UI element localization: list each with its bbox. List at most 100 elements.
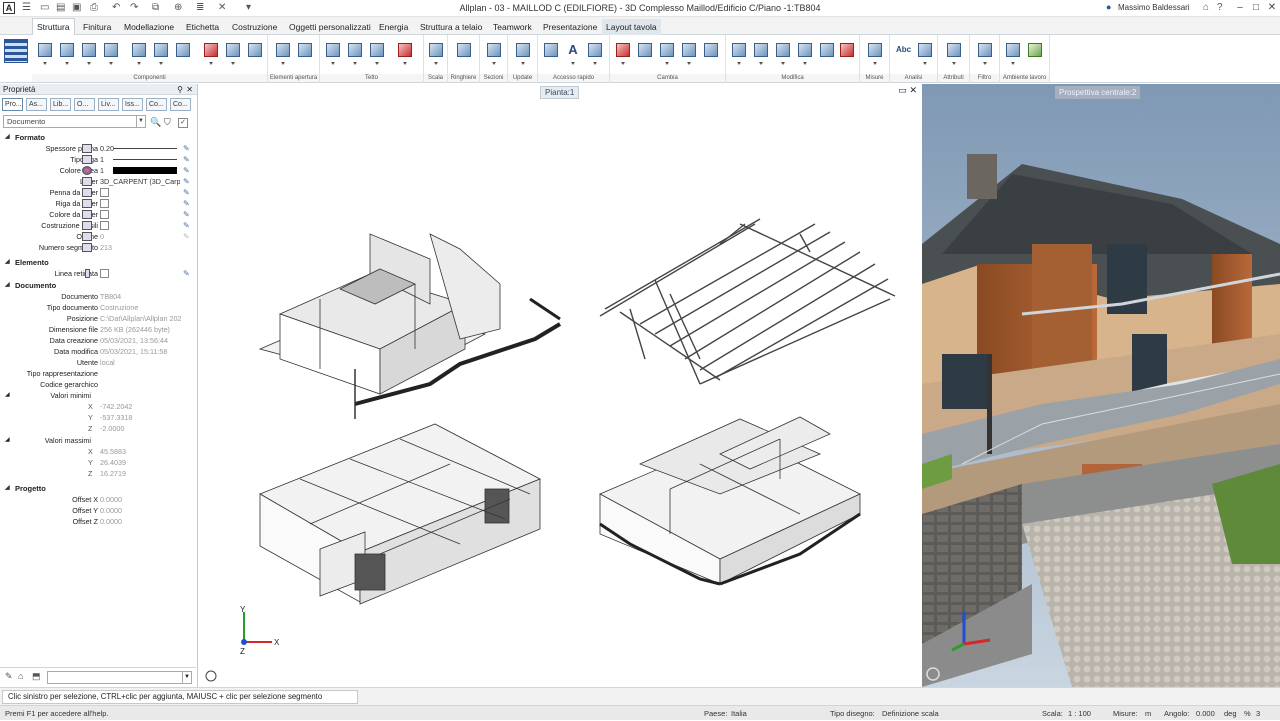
section-icon[interactable] bbox=[485, 41, 503, 65]
filter-icon[interactable]: ⛉ bbox=[164, 117, 171, 128]
folder-open-icon[interactable]: ⌂ bbox=[18, 671, 23, 681]
tab-struttura-a-telaio[interactable]: Struttura a telaio bbox=[416, 19, 486, 35]
roof-plane-icon[interactable] bbox=[368, 41, 386, 65]
pin-icon[interactable]: ⚲ bbox=[177, 84, 183, 95]
drawing-type-value[interactable]: Definizione scala bbox=[882, 706, 939, 721]
beam-icon[interactable] bbox=[130, 41, 148, 65]
filter-icon[interactable] bbox=[976, 41, 994, 65]
brush-icon[interactable]: ✎ bbox=[183, 165, 190, 176]
workspace-icon[interactable] bbox=[1004, 41, 1022, 65]
niche-icon[interactable] bbox=[224, 41, 242, 65]
user-name[interactable]: Massimo Baldessari bbox=[1118, 3, 1190, 12]
measure-icon[interactable] bbox=[866, 41, 884, 65]
brush-icon[interactable]: ✎ bbox=[183, 198, 190, 209]
row-costruzione-ausili[interactable]: Costruzione ausili ✎ bbox=[0, 220, 196, 231]
scale-icon[interactable] bbox=[427, 41, 445, 65]
reshape-icon[interactable] bbox=[702, 41, 720, 59]
wrench-icon[interactable]: ✎ bbox=[5, 671, 13, 682]
cart-icon[interactable]: ⌂ bbox=[1203, 2, 1209, 14]
tab-etichetta[interactable]: Etichetta bbox=[182, 19, 223, 35]
delete-icon[interactable] bbox=[838, 41, 856, 59]
update-icon[interactable] bbox=[514, 41, 532, 65]
report-icon[interactable] bbox=[916, 41, 934, 65]
tab-struttura[interactable]: Struttura bbox=[32, 18, 75, 36]
row-spessore-penna[interactable]: Spessore penna 0.20 ✎ bbox=[0, 143, 196, 154]
window-element-icon[interactable] bbox=[296, 41, 314, 59]
stretch-icon[interactable] bbox=[796, 41, 814, 65]
checkbox[interactable] bbox=[100, 188, 109, 197]
tab-assistenti[interactable]: As... bbox=[26, 98, 47, 111]
row-penna-da-layer[interactable]: Penna da layer ✎ bbox=[0, 187, 196, 198]
help-icon[interactable]: ? bbox=[1217, 2, 1223, 14]
grid-icon[interactable] bbox=[174, 41, 192, 59]
roof-covering-icon[interactable] bbox=[396, 41, 414, 65]
angle-unit[interactable]: deg bbox=[1224, 706, 1237, 721]
modify-element-icon[interactable] bbox=[658, 41, 676, 65]
copy-icon[interactable] bbox=[730, 41, 748, 65]
section-progetto[interactable]: ◢ Progetto bbox=[0, 483, 196, 494]
checkbox[interactable] bbox=[100, 199, 109, 208]
section-formato[interactable]: ◢ Formato bbox=[0, 132, 196, 143]
zigzag-icon[interactable] bbox=[680, 41, 698, 65]
column-icon[interactable] bbox=[80, 41, 98, 65]
mirror-icon[interactable] bbox=[774, 41, 792, 65]
stair-icon[interactable] bbox=[102, 41, 120, 65]
attributes-icon[interactable] bbox=[945, 41, 963, 65]
tab-oggetti[interactable]: O... bbox=[74, 98, 95, 111]
brush-icon[interactable]: ✎ bbox=[183, 220, 190, 231]
favorites-select[interactable]: ▼ bbox=[47, 671, 192, 684]
opening-icon[interactable] bbox=[202, 41, 220, 65]
line-icon[interactable] bbox=[542, 41, 560, 59]
brush-icon[interactable]: ✎ bbox=[183, 209, 190, 220]
tab-issue[interactable]: Iss... bbox=[122, 98, 143, 111]
navigation-icon[interactable] bbox=[205, 670, 217, 682]
checkbox[interactable] bbox=[100, 269, 109, 278]
spellcheck-icon[interactable]: Abc bbox=[894, 41, 912, 59]
roof-icon[interactable] bbox=[324, 41, 342, 65]
scale-value[interactable]: 1 : 100 bbox=[1068, 706, 1091, 721]
row-tipo-riga[interactable]: Tipo riga 1 ✎ bbox=[0, 154, 196, 165]
dormer-icon[interactable] bbox=[346, 41, 364, 65]
rotate-icon[interactable] bbox=[818, 41, 836, 59]
pick-icon[interactable] bbox=[636, 41, 654, 59]
tab-oggetti-personalizzati[interactable]: Oggetti personalizzati bbox=[285, 19, 375, 35]
plan-viewport[interactable]: Pianta:1 ▭ ✕ Y X Z bbox=[200, 84, 921, 687]
lintel-icon[interactable] bbox=[152, 41, 170, 65]
save-favorite-icon[interactable]: ⬒ bbox=[32, 671, 41, 682]
brush-icon[interactable]: ✎ bbox=[183, 187, 190, 198]
country-value[interactable]: Italia bbox=[731, 706, 747, 721]
wall-icon[interactable] bbox=[36, 41, 54, 65]
angle-value[interactable]: 0.000 bbox=[1196, 706, 1215, 721]
row-colore-da-layer[interactable]: Colore da layer ✎ bbox=[0, 209, 196, 220]
search-icon[interactable]: 🔍 bbox=[150, 117, 161, 128]
tab-energia[interactable]: Energia bbox=[375, 19, 412, 35]
tab-livelli[interactable]: Liv... bbox=[98, 98, 119, 111]
door-icon[interactable] bbox=[274, 41, 292, 65]
tab-teamwork[interactable]: Teamwork bbox=[489, 19, 536, 35]
check-icon[interactable]: ✓ bbox=[178, 118, 188, 128]
text-icon[interactable]: A bbox=[564, 41, 582, 65]
row-linea-retinata[interactable]: Linea retinata ✎ bbox=[0, 268, 196, 279]
dimension-icon[interactable] bbox=[586, 41, 604, 65]
move-icon[interactable] bbox=[752, 41, 770, 65]
tab-presentazione[interactable]: Presentazione bbox=[539, 19, 601, 35]
brush-icon[interactable]: ✎ bbox=[183, 268, 190, 279]
brush-icon[interactable]: ✎ bbox=[183, 231, 190, 242]
tab-layer[interactable]: Co... bbox=[170, 98, 191, 111]
slab-icon[interactable] bbox=[58, 41, 76, 65]
tab-costruzione[interactable]: Costruzione bbox=[228, 19, 281, 35]
close-palette-icon[interactable]: ✕ bbox=[186, 84, 193, 95]
subsection-valori-massimi[interactable]: ◢ Valori massimi bbox=[0, 435, 196, 446]
tab-libreria[interactable]: Lib... bbox=[50, 98, 71, 111]
brush-icon[interactable]: ✎ bbox=[183, 154, 190, 165]
percent-value[interactable]: 3 bbox=[1256, 706, 1260, 721]
row-ordine[interactable]: Ordine0✎ bbox=[0, 231, 196, 242]
perspective-viewport[interactable]: Prospettiva centrale:2 bbox=[922, 84, 1280, 687]
close-button[interactable]: ✕ bbox=[1261, 1, 1280, 15]
tab-finitura[interactable]: Finitura bbox=[79, 19, 115, 35]
section-documento[interactable]: ◢ Documento bbox=[0, 280, 196, 291]
element-type-select[interactable]: Documento ▼ bbox=[3, 115, 146, 128]
subsection-valori-minimi[interactable]: ◢ Valori minimi bbox=[0, 390, 196, 401]
brush-icon[interactable]: ✎ bbox=[183, 176, 190, 187]
tab-connect[interactable]: Co... bbox=[146, 98, 167, 111]
